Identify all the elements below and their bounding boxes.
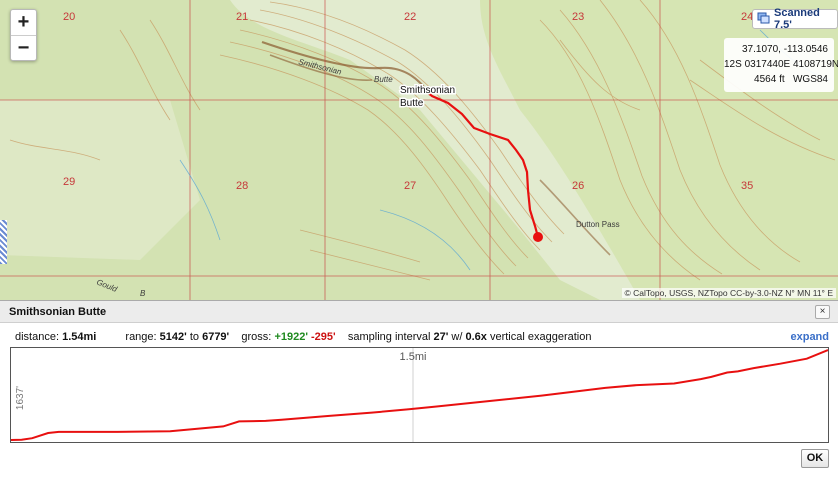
elevation-profile-dialog: Smithsonian Butte × distance: 1.54mi ran… <box>0 300 838 480</box>
section-number: 35 <box>741 180 753 192</box>
sampling-interval: 27' <box>433 331 449 343</box>
marker-label: Butte <box>400 98 424 109</box>
route-endpoint-marker[interactable] <box>533 232 543 242</box>
distance-value: 1.54mi <box>62 331 97 343</box>
marker-label: Smithsonian <box>400 85 455 96</box>
latlon-readout: 37.1070, -113.0546 <box>741 44 828 55</box>
zoom-control: + − <box>10 9 37 61</box>
range-high: 6779' <box>202 331 230 343</box>
map-text-dutton-pass: Dutton Pass <box>576 220 620 229</box>
section-number: 22 <box>404 11 416 23</box>
section-number: 23 <box>572 11 584 23</box>
topo-map-image[interactable]: 20 21 22 23 24 29 28 27 26 35 Smithsonia… <box>0 0 838 300</box>
map-attribution: © CalTopo, USGS, NZTopo CC-by-3.0-NZ N° … <box>621 288 836 298</box>
base-layer-label: Scanned 7.5' <box>774 7 820 31</box>
base-layer-button[interactable]: Scanned 7.5' <box>752 7 838 31</box>
expand-link[interactable]: expand <box>790 331 829 343</box>
section-number: 29 <box>63 176 75 188</box>
y-range-label: 1637' <box>15 386 26 410</box>
section-number: 20 <box>63 11 75 23</box>
elevation-profile-line <box>10 349 829 441</box>
close-button[interactable]: × <box>815 305 830 319</box>
elevation-chart-svg: 1.5mi 1637' <box>10 348 829 442</box>
gross-gain: +1922' <box>274 331 308 343</box>
section-number: 26 <box>572 180 584 192</box>
section-number: 21 <box>236 11 248 23</box>
resize-handle-icon[interactable] <box>0 220 7 264</box>
section-number: 27 <box>404 180 416 192</box>
zoom-in-button[interactable]: + <box>11 10 36 35</box>
layers-icon <box>757 12 770 27</box>
zoom-out-button[interactable]: − <box>11 35 36 60</box>
range-low: 5142' <box>159 331 187 343</box>
distance-marker-label: 1.5mi <box>400 351 427 363</box>
gross-loss: -295' <box>311 331 336 343</box>
profile-stats: distance: 1.54mi range: 5142' to 6779' g… <box>15 331 592 343</box>
dialog-title: Smithsonian Butte <box>0 301 838 323</box>
exaggeration-value: 0.6x <box>465 331 487 343</box>
map-text: Butte <box>374 75 393 84</box>
ok-button[interactable]: OK <box>801 449 829 468</box>
section-number: 28 <box>236 180 248 192</box>
elevation-chart[interactable]: 1.5mi 1637' <box>10 347 829 443</box>
coordinate-readout: 37.1070, -113.0546 12S 0317440E 4108719N… <box>724 38 838 92</box>
map-text: B <box>140 289 146 298</box>
elevation-readout: 4564 ft WGS84 <box>754 74 828 85</box>
utm-readout: 12S 0317440E 4108719N <box>724 59 838 70</box>
map-view[interactable]: 20 21 22 23 24 29 28 27 26 35 Smithsonia… <box>0 0 838 300</box>
